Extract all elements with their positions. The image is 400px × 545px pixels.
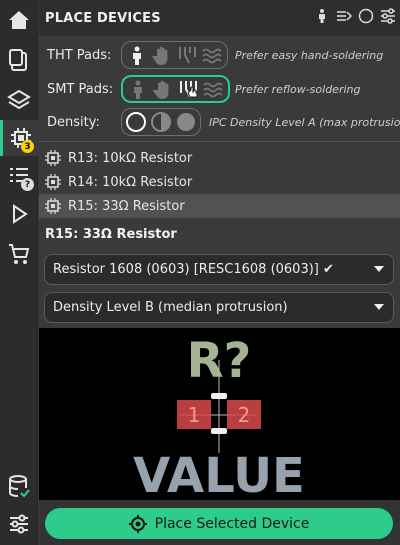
cart-icon — [9, 244, 30, 264]
clipboard-icon — [9, 49, 27, 71]
layers-icon — [7, 89, 31, 110]
density-hint: IPC Density Level A (max protrusion) — [209, 115, 400, 129]
home-icon — [9, 11, 29, 29]
page-title: PLACE DEVICES — [45, 10, 161, 26]
list-item-selected[interactable]: R15: 33Ω Resistor — [39, 194, 400, 218]
place-device-label: Place Selected Device — [154, 515, 310, 532]
pad-2-label: 2 — [238, 403, 251, 427]
sidebar-item-home[interactable] — [0, 2, 38, 38]
title-bar: PLACE DEVICES — [39, 0, 400, 36]
hand-icon[interactable] — [151, 44, 173, 66]
density-select[interactable]: Density Level B (median protrusion) — [44, 292, 394, 323]
reflow-wave-icon[interactable] — [201, 44, 223, 66]
chip-icon — [45, 174, 61, 190]
list-item[interactable]: R14: 10kΩ Resistor — [39, 170, 400, 194]
hand-icon[interactable] — [152, 78, 174, 100]
sidebar-item-place-devices[interactable]: 3 — [0, 120, 38, 156]
bottom-bar: Place Selected Device — [39, 500, 400, 545]
device-label: R15: 33Ω Resistor — [68, 198, 185, 214]
person-icon[interactable] — [127, 78, 149, 100]
sidebar-item-project[interactable] — [0, 42, 38, 78]
circle-icon[interactable] — [358, 8, 374, 24]
place-device-button[interactable]: Place Selected Device — [45, 508, 393, 539]
chip-icon — [45, 150, 61, 166]
density-row: Density: IPC Density Level A (max protru… — [39, 107, 400, 137]
tht-pads-selector — [121, 41, 228, 69]
sliders-icon[interactable] — [380, 8, 396, 24]
sidebar-item-checklist[interactable]: ? — [0, 158, 38, 194]
silkscreen-mark — [211, 393, 227, 399]
filled-circle-icon[interactable] — [175, 111, 197, 133]
value-text: VALUE — [133, 448, 305, 500]
density-label: Density: — [47, 114, 100, 130]
smt-pads-label: SMT Pads: — [47, 81, 114, 97]
person-icon[interactable] — [314, 8, 330, 24]
person-icon[interactable] — [126, 44, 148, 66]
count-badge: 3 — [21, 140, 34, 153]
device-label: R13: 10kΩ Resistor — [68, 150, 193, 166]
chevron-down-icon — [374, 304, 384, 310]
sidebar-item-run[interactable] — [0, 196, 38, 232]
footprint-select-value: Resistor 1608 (0603) [RESC1608 (0603)] ✔ — [53, 262, 334, 277]
tht-pads-hint: Prefer easy hand-soldering — [235, 48, 384, 62]
main-panel: PLACE DEVICES THT Pads: Prefer easy hand… — [39, 0, 400, 545]
sidebar-item-settings[interactable] — [0, 506, 38, 542]
half-circle-icon[interactable] — [150, 111, 172, 133]
title-toolbar — [314, 8, 396, 24]
help-badge: ? — [21, 178, 34, 191]
sidebar: 3 ? — [0, 0, 38, 545]
device-label: R14: 10kΩ Resistor — [68, 174, 193, 190]
density-select-value: Density Level B (median protrusion) — [53, 300, 288, 315]
selected-device-title: R15: 33Ω Resistor — [45, 227, 177, 242]
smt-pads-hint: Prefer reflow-soldering — [235, 82, 361, 96]
play-icon — [13, 204, 28, 224]
tht-pads-row: THT Pads: Prefer easy hand-soldering — [39, 40, 400, 70]
smt-pads-selector — [121, 75, 230, 103]
pad-1-label: 1 — [188, 403, 201, 427]
silkscreen-mark — [211, 428, 227, 434]
reference-designator: R? — [187, 333, 252, 389]
chevron-down-icon — [374, 266, 384, 272]
wave-filter-icon[interactable] — [336, 8, 352, 24]
density-selector — [121, 108, 201, 136]
crosshair-icon — [128, 514, 147, 533]
smt-pads-row: SMT Pads: Prefer reflow-soldering — [39, 74, 400, 104]
list-item[interactable]: R13: 10kΩ Resistor — [39, 146, 400, 170]
tht-pads-label: THT Pads: — [47, 47, 112, 63]
sidebar-item-library[interactable] — [0, 468, 38, 504]
soldering-iron-icon[interactable] — [177, 78, 199, 100]
reflow-wave-icon[interactable] — [202, 78, 224, 100]
sidebar-item-order[interactable] — [0, 236, 38, 272]
database-icon — [9, 475, 30, 498]
divider — [39, 141, 400, 142]
settings-sliders-icon — [10, 514, 28, 534]
footprint-preview: 1 2 R? VALUE — [39, 328, 400, 500]
circle-outline-icon[interactable] — [125, 111, 147, 133]
chip-icon — [45, 198, 61, 214]
footprint-select[interactable]: Resistor 1608 (0603) [RESC1608 (0603)] ✔ — [44, 254, 394, 285]
sidebar-item-layers[interactable] — [0, 82, 38, 118]
soldering-iron-icon[interactable] — [176, 44, 198, 66]
